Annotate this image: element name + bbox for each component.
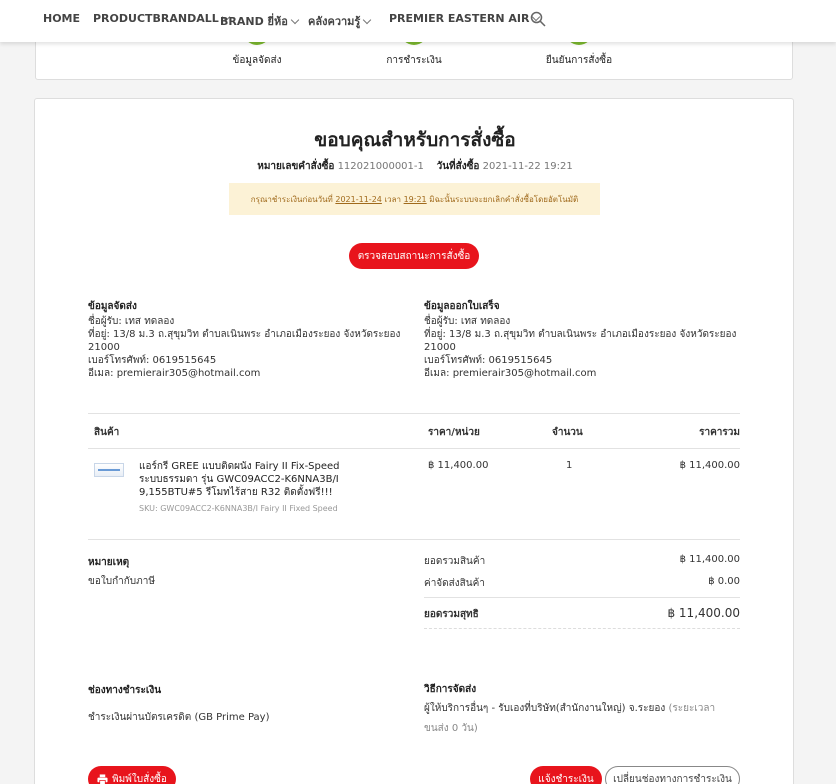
order-date-value: 2021-11-22 19:21 (482, 161, 573, 172)
shipping-info: ข้อมูลจัดส่ง ชื่อผู้รับ: เทส ทดลอง ที่อย… (88, 300, 408, 380)
billing-email: อีเมล: premierair305@hotmail.com (424, 368, 597, 379)
nav-brand-label: BRAND ยี่ห้อ (220, 15, 288, 28)
nav-knowledge[interactable]: คลังความรู้ (308, 12, 372, 30)
alert-time: 19:21 (403, 194, 427, 204)
order-meta: หมายเลขคำสั่งซื้อ 112021000001-1 วันที่ส… (35, 159, 795, 174)
shipping-email: อีเมล: premierair305@hotmail.com (88, 368, 261, 379)
nav-home-label: HOME (43, 12, 81, 25)
order-confirmation-card: ขอบคุณสำหรับการสั่งซื้อ หมายเลขคำสั่งซื้… (34, 98, 794, 784)
search-icon[interactable] (530, 11, 546, 27)
col-product: สินค้า (94, 427, 120, 438)
chevron-down-icon (363, 15, 372, 24)
shipping-heading: ข้อมูลจัดส่ง (88, 301, 137, 312)
payment-heading: ช่องทางชำระเงิน (88, 685, 162, 696)
chevron-down-icon (290, 15, 300, 24)
table-row: แอร์กรี GREE แบบติดผนัง Fairy II Fix-Spe… (88, 449, 740, 539)
payment-deadline-alert: กรุณาชำระเงินก่อนวันที่ 2021-11-24 เวลา … (229, 183, 600, 215)
alert-prefix: กรุณาชำระเงินก่อนวันที่ (250, 194, 333, 204)
shipping-address: ที่อยู่: 13/8 ม.3 ถ.สุขุมวิท ตำบลเนินพระ… (88, 329, 401, 353)
billing-heading: ข้อมูลออกใบเสร็จ (424, 301, 500, 312)
shipping-fee-label: ค่าจัดส่งสินค้า (424, 578, 485, 589)
nav-productbrandall[interactable]: PRODUCTBRANDALL (93, 12, 231, 25)
product-name[interactable]: แอร์กรี GREE แบบติดผนัง Fairy II Fix-Spe… (139, 460, 349, 499)
check-status-button[interactable]: ตรวจสอบสถานะการสั่งซื้อ (349, 243, 479, 269)
nav-knowledge-label: คลังความรู้ (308, 15, 361, 28)
net-total-label: ยอดรวมสุทธิ (424, 609, 479, 620)
nav-premier-label: PREMIER EASTERN AIR (389, 12, 530, 25)
product-price: ฿ 11,400.00 (428, 460, 489, 471)
product-qty: 1 (566, 460, 573, 471)
alert-time-word: เวลา (384, 194, 402, 204)
delivery-text: ผู้ให้บริการอื่นๆ - รับเองที่บริษัท(สำนั… (424, 703, 666, 714)
shipping-name: ชื่อผู้รับ: เทส ทดลอง (88, 316, 175, 327)
remark-text: ขอใบกำกับภาษี (88, 576, 155, 587)
alert-date: 2021-11-24 (335, 194, 382, 204)
step-shipping-label: ข้อมูลจัดส่ง (232, 55, 282, 66)
top-navigation: HOME PRODUCTBRANDALL BRAND ยี่ห้อ คลังคว… (0, 0, 836, 42)
billing-info: ข้อมูลออกใบเสร็จ ชื่อผู้รับ: เทส ทดลอง ท… (424, 300, 744, 380)
print-order-label: พิมพ์ใบสั่งซื้อ (112, 773, 167, 784)
shipping-fee-value: ฿ 0.00 (708, 576, 740, 587)
net-total-value: ฿ 11,400.00 (667, 606, 740, 620)
step-confirm-label: ยืนยันการสั่งซื้อ (545, 55, 613, 66)
alert-suffix: มิฉะนั้นระบบจะยกเลิกคำสั่งซื้อโดยอัตโนมั… (429, 194, 579, 204)
nav-home[interactable]: HOME (43, 12, 80, 25)
subtotal-row: ยอดรวมสินค้า ฿ 11,400.00 (424, 554, 740, 576)
nav-productbrandall-label: PRODUCTBRANDALL (93, 12, 219, 25)
printer-icon (97, 773, 108, 784)
order-no-label: หมายเลขคำสั่งซื้อ (257, 161, 335, 172)
col-total: ราคารวม (699, 427, 740, 438)
product-total: ฿ 11,400.00 (679, 460, 740, 471)
billing-address: ที่อยู่: 13/8 ม.3 ถ.สุขุมวิท ตำบลเนินพระ… (424, 329, 737, 353)
col-price: ราคา/หน่วย (428, 427, 480, 438)
remark-heading: หมายเหตุ (88, 557, 130, 568)
product-sku: SKU: GWC09ACC2-K6NNA3B/I Fairy II Fixed … (139, 504, 338, 513)
print-order-button[interactable]: พิมพ์ใบสั่งซื้อ (88, 766, 176, 784)
order-table-header: สินค้า ราคา/หน่วย จำนวน ราคารวม (88, 413, 740, 449)
page-title: ขอบคุณสำหรับการสั่งซื้อ (314, 129, 516, 151)
payment-text: ชำระเงินผ่านบัตรเครดิต (GB Prime Pay) (88, 712, 270, 723)
shipping-phone: เบอร์โทรศัพท์: 0619515645 (88, 355, 217, 366)
col-qty: จำนวน (552, 427, 583, 438)
delivery-heading: วิธีการจัดส่ง (424, 684, 477, 695)
shipping-fee-row: ค่าจัดส่งสินค้า ฿ 0.00 (424, 576, 740, 598)
net-total-row: ยอดรวมสุทธิ ฿ 11,400.00 (424, 597, 740, 629)
change-payment-button[interactable]: เปลี่ยนช่องทางการชำระเงิน (605, 766, 740, 784)
notify-payment-button[interactable]: แจ้งชำระเงิน (530, 766, 602, 784)
subtotal-label: ยอดรวมสินค้า (424, 556, 486, 567)
product-thumbnail[interactable] (94, 463, 124, 477)
order-no-value: 112021000001-1 (337, 161, 424, 172)
remark: หมายเหตุ ขอใบกำกับภาษี (88, 555, 155, 589)
billing-name: ชื่อผู้รับ: เทส ทดลอง (424, 316, 511, 327)
nav-brand[interactable]: BRAND ยี่ห้อ (220, 12, 300, 30)
nav-premier[interactable]: PREMIER EASTERN AIR (389, 12, 541, 25)
divider (88, 539, 740, 540)
billing-phone: เบอร์โทรศัพท์: 0619515645 (424, 355, 553, 366)
payment-method: ช่องทางชำระเงิน ชำระเงินผ่านบัตรเครดิต (… (88, 683, 388, 725)
subtotal-value: ฿ 11,400.00 (679, 554, 740, 565)
delivery-method: วิธีการจัดส่ง ผู้ให้บริการอื่นๆ - รับเอง… (424, 683, 734, 739)
order-date-label: วันที่สั่งซื้อ (436, 161, 480, 172)
step-payment-label: การชำระเงิน (386, 55, 442, 66)
